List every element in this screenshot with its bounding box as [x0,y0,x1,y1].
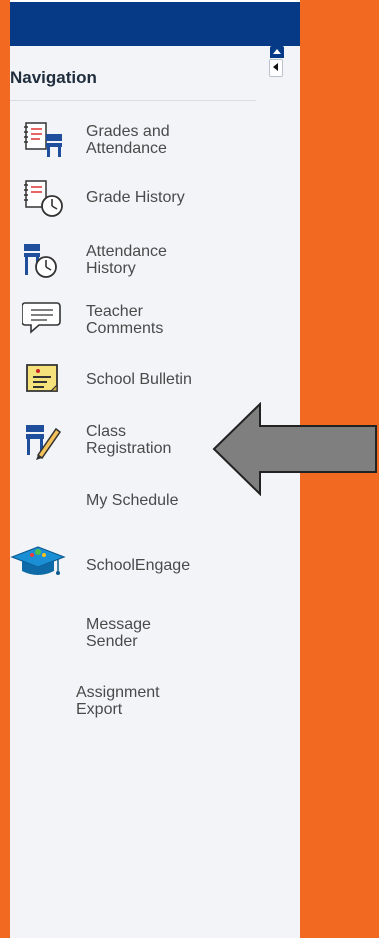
nav-item-grades-and-attendance[interactable]: Grades and Attendance [10,118,260,160]
nav-item-label: Message Sender [86,616,151,650]
class-registration-icon [26,425,62,460]
sidebar-header-bar [10,0,300,46]
speech-bubble-icon [22,302,61,334]
pointer-arrow-icon [212,402,377,496]
nav-item-message-sender[interactable]: Message Sender [10,614,260,654]
nav-item-label: Teacher Comments [86,303,164,337]
grades-attendance-icon [24,122,62,157]
nav-item-teacher-comments[interactable]: Teacher Comments [10,298,260,340]
nav-item-label: My Schedule [86,492,179,509]
nav-item-schoolengage[interactable]: SchoolEngage [10,542,260,586]
collapse-sidebar-button[interactable] [269,59,283,77]
nav-item-label: Class Registration [86,423,172,457]
nav-item-label: Grade History [86,189,185,206]
nav-item-label: SchoolEngage [86,557,191,574]
nav-item-grade-history[interactable]: Grade History [10,178,260,220]
nav-item-label: School Bulletin [86,371,192,388]
bulletin-icon [26,364,58,392]
grade-history-icon [24,180,63,217]
header-top-line [10,0,300,2]
navigation-divider [10,100,256,101]
nav-item-label: Attendance History [86,243,167,277]
navigation-title: Navigation [10,68,97,87]
attendance-history-icon [24,244,57,278]
scroll-up-button[interactable] [270,46,284,58]
graduation-cap-icon [10,546,66,575]
nav-item-school-bulletin[interactable]: School Bulletin [10,360,260,402]
nav-item-attendance-history[interactable]: Attendance History [10,240,260,282]
nav-item-label: Grades and Attendance [86,123,170,157]
nav-item-label: Assignment Export [76,684,160,718]
nav-item-assignment-export[interactable]: Assignment Export [10,682,260,722]
